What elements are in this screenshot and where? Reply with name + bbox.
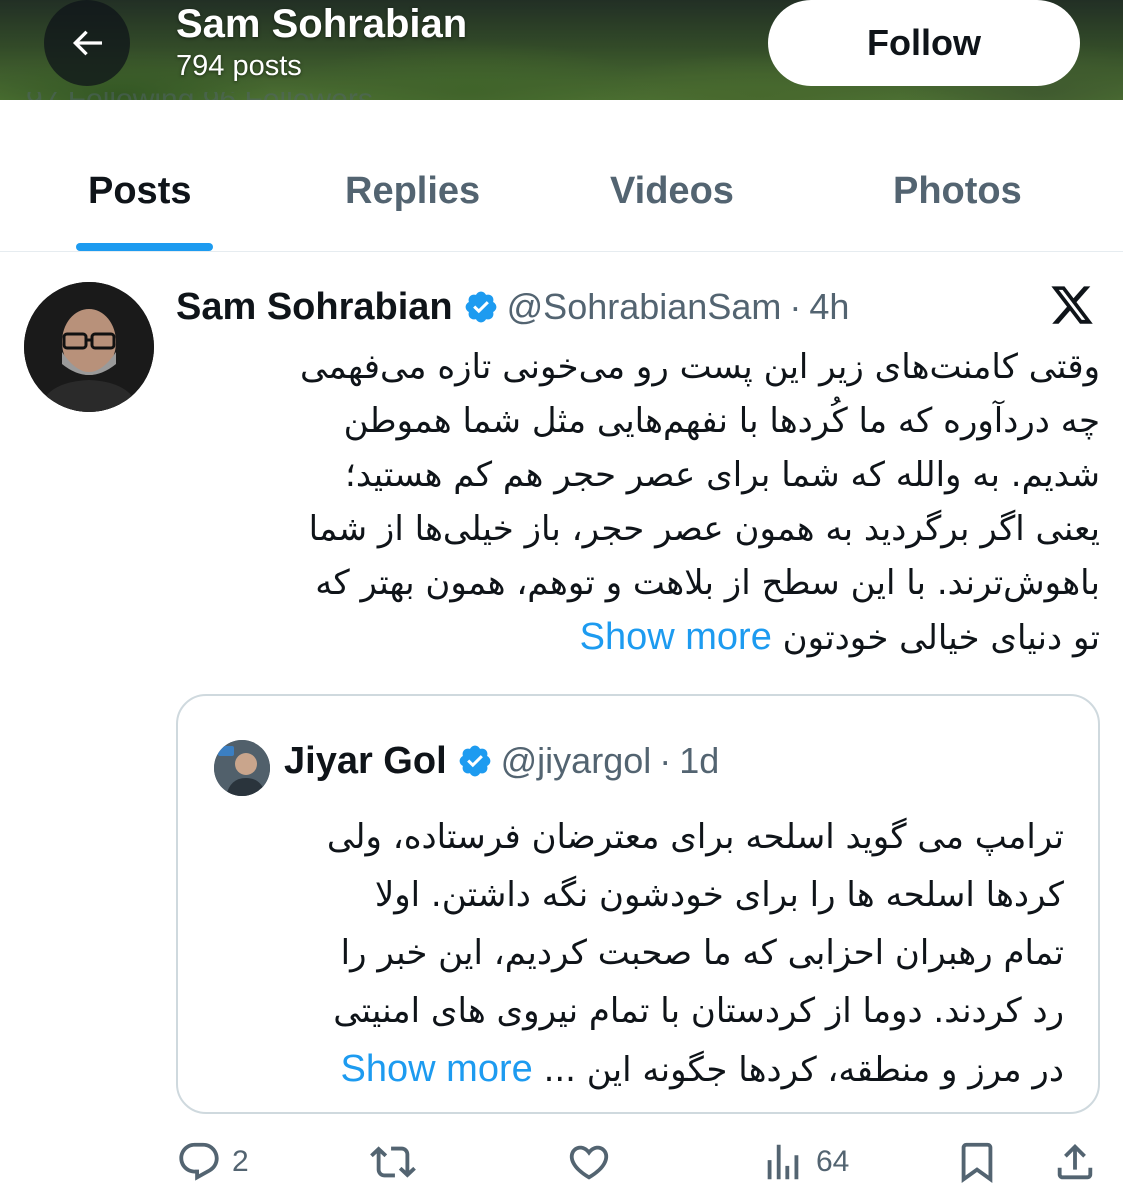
quote-line: کردها اسلحه ها را برای خودشون نگه داشتن.… (374, 875, 1064, 915)
reply-icon (179, 1142, 219, 1181)
quote-line: رد کردند. دوما از کردستان با تمام نیروی … (333, 991, 1064, 1031)
back-arrow-icon (72, 30, 102, 56)
like-button[interactable] (566, 1134, 612, 1190)
quote-text: ترامپ می گوید اسلحه برای معترضان فرستاده… (214, 808, 1064, 1099)
post-line: یعنی اگر برگردید به همون عصر حجر، باز خی… (308, 509, 1100, 549)
avatar-portrait (24, 282, 154, 412)
post-line: شدیم. به والله که شما برای عصر حجر هم کم… (345, 455, 1100, 495)
quote-show-more-link[interactable]: Show more (341, 1048, 533, 1090)
quote-avatar (214, 740, 270, 796)
tab-posts[interactable]: Posts (88, 170, 191, 213)
post-header: Sam Sohrabian @SohrabianSam · 4h (176, 282, 849, 332)
post-author-handle[interactable]: @SohrabianSam (507, 286, 782, 328)
post-timestamp[interactable]: 4h (809, 286, 849, 328)
avatar[interactable] (24, 282, 154, 412)
bookmark-button[interactable] (954, 1134, 1000, 1190)
quoted-post-card[interactable]: Jiyar Gol @jiyargol · 1d ترامپ می گوید ا… (176, 694, 1100, 1114)
header-profile-name: Sam Sohrabian (176, 2, 468, 46)
show-more-link[interactable]: Show more (580, 616, 772, 658)
views-count: 64 (816, 1145, 850, 1178)
profile-tabs: Posts Replies Videos Photos (0, 140, 1123, 252)
reply-button[interactable]: 2 (176, 1134, 249, 1190)
quote-header: Jiyar Gol @jiyargol · 1d (284, 738, 719, 784)
repost-button[interactable] (370, 1134, 416, 1190)
post-line: تو دنیای خیالی خودتون (782, 618, 1100, 658)
share-button[interactable] (1052, 1134, 1098, 1190)
like-icon (569, 1145, 609, 1180)
post-line: باهوش‌ترند. با این سطح از بلاهت و توهم، … (315, 563, 1100, 603)
share-icon (1057, 1143, 1093, 1180)
reply-count: 2 (232, 1145, 249, 1178)
tab-videos[interactable]: Videos (610, 170, 734, 213)
x-logo-icon (1051, 286, 1093, 324)
header-posts-count: 794 posts (176, 50, 302, 82)
quote-line-last: در مرز و منطقه، کردها جگونه این ... Show… (214, 1040, 1064, 1099)
verified-badge-icon (465, 291, 497, 323)
post-line: وقتی کامنت‌های زیر این پست رو می‌خونی تا… (300, 347, 1100, 387)
post-line: چه دردآوره که ما کُردها با نفهم‌هایی مثل… (343, 401, 1100, 441)
views-icon (767, 1144, 799, 1180)
quote-avatar-portrait (214, 740, 270, 796)
quote-line: ترامپ می گوید اسلحه برای معترضان فرستاده… (326, 817, 1064, 857)
back-button[interactable] (44, 0, 130, 86)
tab-replies[interactable]: Replies (345, 170, 480, 213)
post-author-name[interactable]: Sam Sohrabian (176, 286, 453, 329)
verified-badge-icon (459, 745, 491, 777)
views-button[interactable]: 64 (760, 1134, 849, 1190)
follow-button[interactable]: Follow (768, 0, 1080, 86)
quote-line: تمام رهبران احزابی که ما صحبت کردیم، این… (340, 933, 1064, 973)
post-text: وقتی کامنت‌های زیر این پست رو می‌خونی تا… (176, 340, 1100, 665)
bookmark-icon (961, 1142, 993, 1183)
separator-dot: · (789, 286, 802, 327)
tab-photos[interactable]: Photos (893, 170, 1022, 213)
quote-timestamp: 1d (679, 740, 720, 781)
quote-author-name: Jiyar Gol (284, 739, 447, 782)
post-line-last: تو دنیای خیالی خودتون Show more (176, 610, 1100, 665)
active-tab-indicator (76, 243, 213, 251)
post-action-bar: 2 64 (0, 1134, 1123, 1194)
quote-author-handle: @jiyargol (500, 740, 652, 781)
follow-stats-peek: 97 Following 96 Followers (26, 92, 373, 100)
repost-icon (370, 1146, 416, 1178)
profile-header-banner: 97 Following 96 Followers Sam Sohrabian … (0, 0, 1123, 100)
quote-line: در مرز و منطقه، کردها جگونه این ... (543, 1050, 1064, 1090)
separator-dot: · (659, 740, 672, 781)
